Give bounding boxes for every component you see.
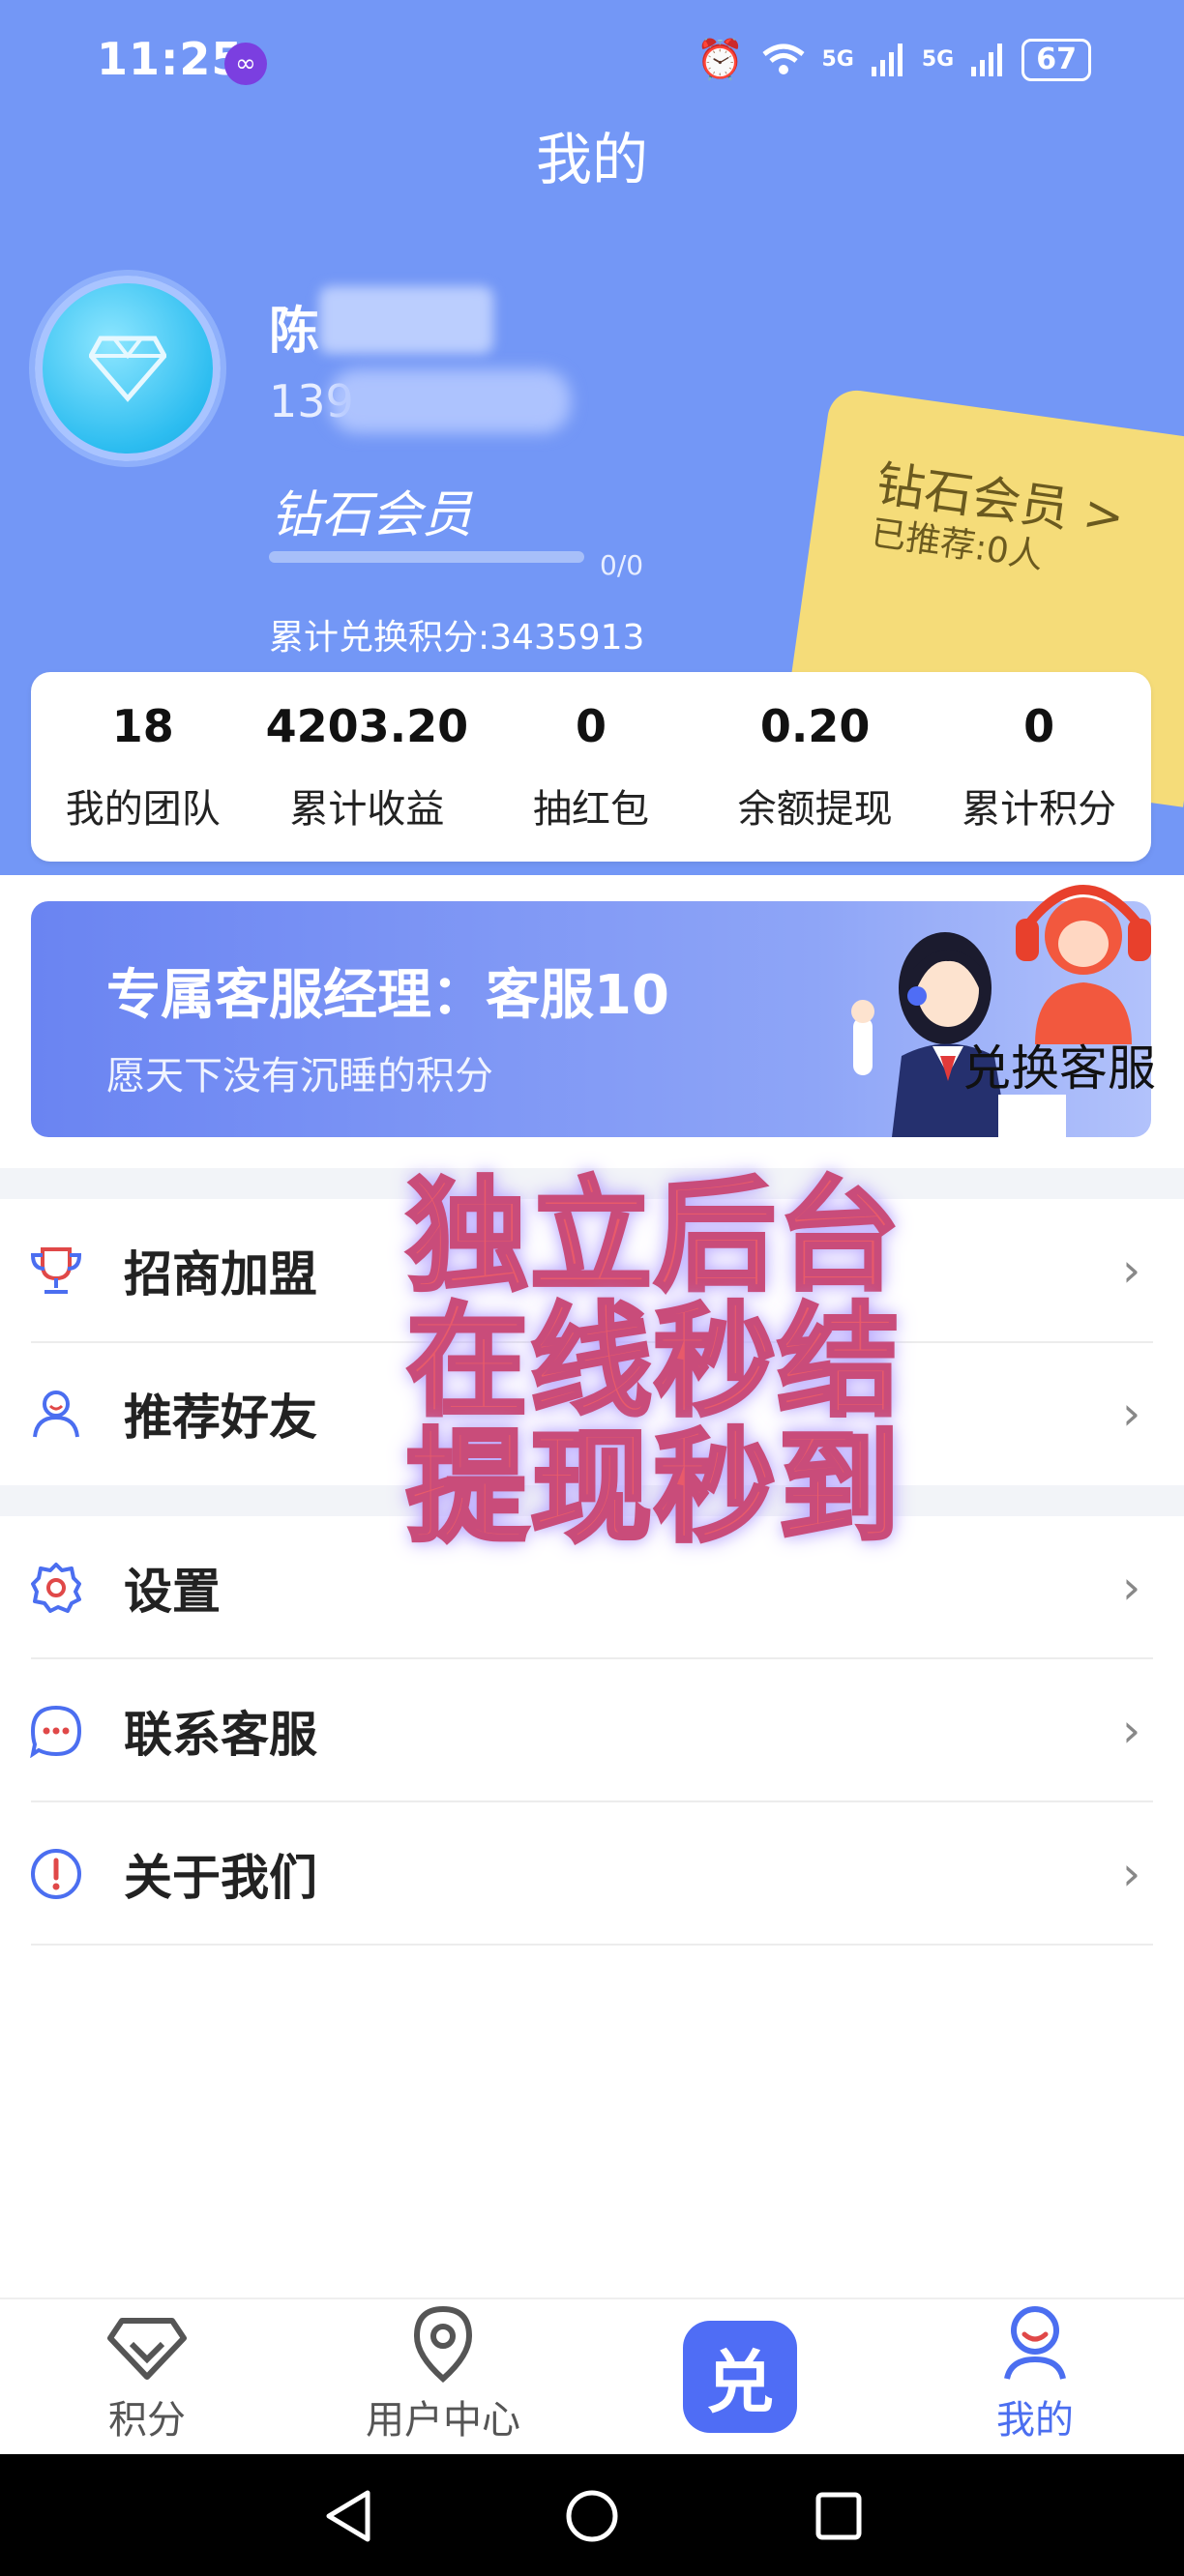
status-icons: ⏰ 5G 5G 67 xyxy=(696,37,1091,82)
menu-label: 关于我们 xyxy=(124,1850,317,1906)
chevron-right-icon: › xyxy=(1122,1704,1141,1758)
menu-item-about-us[interactable]: 关于我们 › xyxy=(0,1802,1184,1946)
promo-line-3: 提现秒到 xyxy=(404,1417,902,1559)
phone-redaction xyxy=(329,369,571,433)
stat-value: 0.20 xyxy=(759,700,871,752)
avatar[interactable] xyxy=(35,276,221,461)
stat-balance-withdraw[interactable]: 0.20 余额提现 xyxy=(703,672,928,862)
battery-icon: 67 xyxy=(1021,38,1091,81)
promo-line-2: 在线秒结 xyxy=(404,1291,902,1433)
tab-label: 积分 xyxy=(108,2398,186,2443)
tab-user-center[interactable]: 用户中心 xyxy=(337,2299,549,2456)
divider xyxy=(31,1944,1153,1946)
app-badge-icon: ∞ xyxy=(224,43,267,85)
menu-label: 推荐好友 xyxy=(124,1390,317,1446)
tab-exchange-button[interactable]: 兑 xyxy=(683,2321,797,2433)
recents-icon[interactable] xyxy=(814,2491,863,2541)
chat-icon xyxy=(27,1702,85,1760)
stat-total-earnings[interactable]: 4203.20 累计收益 xyxy=(255,672,480,862)
tab-label: 我的 xyxy=(996,2398,1074,2443)
status-bar: 11:25 ∞ ⏰ 5G 5G 67 xyxy=(0,0,1184,116)
member-level: 钻石会员 xyxy=(271,486,473,544)
name-redaction xyxy=(319,286,493,354)
back-icon[interactable] xyxy=(323,2489,373,2543)
signal-icon-2 xyxy=(971,43,1003,76)
network-type-1: 5G xyxy=(821,47,854,72)
stat-value: 4203.20 xyxy=(265,700,469,752)
status-time: 11:25 xyxy=(97,33,244,85)
diamond-icon xyxy=(89,336,166,402)
bottom-tab-bar: 积分 用户中心 兑 我的 xyxy=(0,2298,1184,2454)
tab-label: 用户中心 xyxy=(366,2398,520,2443)
home-icon[interactable] xyxy=(565,2489,619,2543)
stat-label: 累计积分 xyxy=(962,787,1117,832)
exchange-service-label[interactable]: 兑换客服 xyxy=(962,1030,1156,1099)
menu-label: 联系客服 xyxy=(124,1707,317,1763)
stat-total-points[interactable]: 0 累计积分 xyxy=(927,672,1151,862)
exchange-service-icon[interactable] xyxy=(996,851,1170,1044)
signal-icon xyxy=(871,43,903,76)
tab-mine[interactable]: 我的 xyxy=(929,2299,1141,2456)
stat-red-packet[interactable]: 0 抽红包 xyxy=(479,672,703,862)
service-banner-title: 专属客服经理：客服10 xyxy=(106,964,669,1027)
network-type-2: 5G xyxy=(921,47,955,72)
chevron-right-icon: › xyxy=(1122,1244,1141,1298)
stat-label: 我的团队 xyxy=(65,787,221,832)
stat-value: 0 xyxy=(575,700,607,752)
stat-label: 抽红包 xyxy=(532,787,649,832)
user-icon xyxy=(27,1385,85,1443)
chevron-right-icon: › xyxy=(1122,1561,1141,1615)
alarm-icon: ⏰ xyxy=(696,38,745,82)
chevron-right-icon: › xyxy=(1122,1847,1141,1901)
level-progress-bar xyxy=(269,551,584,563)
diamond-outline-icon xyxy=(107,2318,187,2380)
user-smile-icon xyxy=(1004,2306,1066,2380)
stat-label: 余额提现 xyxy=(737,787,893,832)
menu-label: 设置 xyxy=(124,1564,221,1620)
user-name: 陈 xyxy=(269,303,320,361)
stats-card: 18 我的团队 4203.20 累计收益 0 抽红包 0.20 余额提现 0 累… xyxy=(31,672,1151,862)
service-manager-banner[interactable]: 专属客服经理：客服10 愿天下没有沉睡的积分 xyxy=(31,901,1151,1137)
service-banner-subtitle: 愿天下没有沉睡的积分 xyxy=(106,1054,493,1098)
info-icon xyxy=(27,1845,85,1903)
level-progress-text: 0/0 xyxy=(600,549,644,581)
menu-label: 招商加盟 xyxy=(124,1246,317,1303)
tab-points[interactable]: 积分 xyxy=(41,2299,253,2456)
total-exchange-points: 累计兑换积分:3435913 xyxy=(269,618,645,658)
wifi-icon xyxy=(761,44,805,74)
promo-line-1: 独立后台 xyxy=(404,1165,902,1307)
stat-value: 18 xyxy=(111,700,174,752)
stat-label: 累计收益 xyxy=(289,787,445,832)
system-navigation-bar xyxy=(0,2454,1184,2576)
trophy-icon xyxy=(27,1242,85,1300)
menu-item-contact-service[interactable]: 联系客服 › xyxy=(0,1659,1184,1802)
location-pin-icon xyxy=(413,2305,473,2383)
stat-value: 0 xyxy=(1023,700,1055,752)
page-title: 我的 xyxy=(535,127,648,192)
chevron-right-icon: › xyxy=(1122,1387,1141,1441)
stat-my-team[interactable]: 18 我的团队 xyxy=(31,672,255,862)
gear-icon xyxy=(27,1559,85,1617)
